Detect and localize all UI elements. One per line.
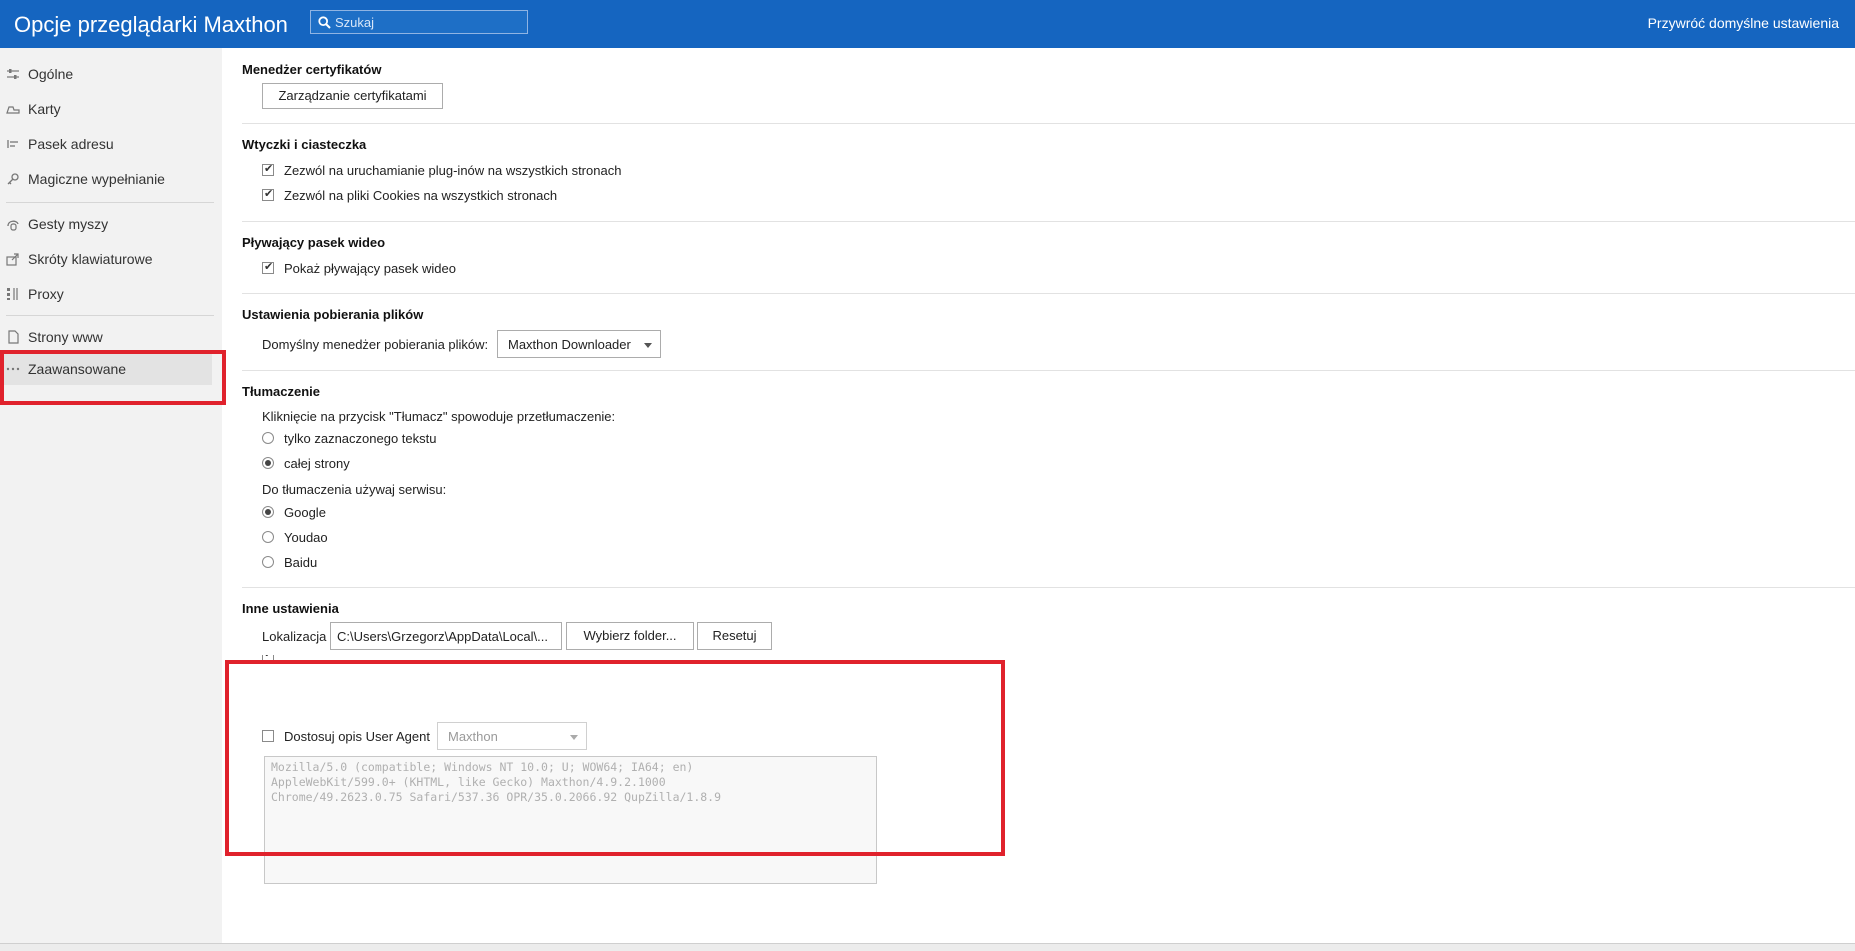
more-icon bbox=[6, 367, 20, 371]
download-manager-select[interactable]: Maxthon Downloader bbox=[497, 330, 661, 358]
obscured-option-checkbox[interactable] bbox=[262, 655, 274, 661]
section-divider bbox=[242, 123, 1855, 124]
section-divider bbox=[242, 221, 1855, 222]
service-baidu-label: Baidu bbox=[284, 555, 318, 570]
user-agent-select-value: Maxthon bbox=[448, 729, 498, 744]
service-youdao-label: Youdao bbox=[284, 530, 328, 545]
sidebar-item-label: Pasek adresu bbox=[28, 136, 114, 152]
sidebar-item-label: Strony www bbox=[28, 329, 103, 345]
dropdown-arrow-icon bbox=[570, 735, 578, 740]
search-icon bbox=[318, 16, 331, 29]
sidebar-item-general[interactable]: Ogólne bbox=[0, 58, 222, 90]
sidebar-item-label: Gesty myszy bbox=[28, 216, 109, 232]
sidebar-item-label: Ogólne bbox=[28, 66, 74, 82]
service-baidu-radio[interactable] bbox=[262, 556, 274, 568]
mouse-gesture-icon bbox=[7, 220, 19, 231]
dropdown-arrow-icon bbox=[644, 343, 652, 348]
sidebar-item-label: Magiczne wypełnianie bbox=[28, 171, 165, 187]
restore-defaults-link[interactable]: Przywróć domyślne ustawienia bbox=[1648, 15, 1839, 31]
floating-video-label: Pokaż pływający pasek wideo bbox=[284, 261, 456, 276]
section-divider bbox=[242, 370, 1855, 371]
sidebar-item-advanced[interactable]: Zaawansowane bbox=[3, 353, 212, 385]
section-title-translation: Tłumaczenie bbox=[242, 384, 321, 399]
search-box[interactable] bbox=[310, 10, 528, 34]
sidebar-item-label: Proxy bbox=[28, 286, 64, 302]
app-title: Opcje przeglądarki Maxthon bbox=[14, 12, 288, 37]
sidebar-divider bbox=[6, 315, 214, 316]
download-manager-label: Domyślny menedżer pobierania plików: bbox=[262, 337, 489, 352]
allow-cookies-checkbox[interactable] bbox=[262, 187, 274, 201]
location-path-input[interactable] bbox=[330, 622, 562, 650]
custom-user-agent-label: Dostosuj opis User Agent bbox=[284, 729, 430, 744]
user-agent-select[interactable]: Maxthon bbox=[437, 722, 587, 750]
translate-intro: Kliknięcie na przycisk "Tłumacz" spowodu… bbox=[262, 409, 616, 424]
sidebar-item-tabs[interactable]: Karty bbox=[0, 93, 222, 125]
sidebar-item-shortcuts[interactable]: Skróty klawiaturowe bbox=[0, 243, 222, 275]
service-youdao-radio[interactable] bbox=[262, 531, 274, 543]
search-input[interactable] bbox=[335, 13, 520, 31]
sidebar-item-label: Skróty klawiaturowe bbox=[28, 251, 153, 267]
section-title-downloads: Ustawienia pobierania plików bbox=[242, 307, 424, 322]
custom-user-agent-checkbox[interactable] bbox=[262, 730, 274, 742]
section-title-other: Inne ustawienia bbox=[242, 601, 339, 616]
sidebar-item-magic-fill[interactable]: Magiczne wypełnianie bbox=[0, 163, 222, 195]
section-divider bbox=[242, 587, 1855, 588]
key-icon bbox=[7, 173, 19, 185]
header-bar: Opcje przeglądarki Maxthon Przywróć domy… bbox=[0, 0, 1855, 48]
choose-folder-button[interactable]: Wybierz folder... bbox=[566, 622, 694, 650]
service-google-radio[interactable] bbox=[262, 506, 274, 518]
translate-service-label: Do tłumaczenia używaj serwisu: bbox=[262, 482, 447, 497]
section-title-plugins: Wtyczki i ciasteczka bbox=[242, 137, 367, 152]
obscured-option-row bbox=[262, 655, 962, 669]
allow-cookies-label: Zezwól na pliki Cookies na wszystkich st… bbox=[284, 188, 558, 203]
translate-scope-selection-label: tylko zaznaczonego tekstu bbox=[284, 431, 437, 446]
translate-scope-selection-radio[interactable] bbox=[262, 432, 274, 444]
download-manager-value: Maxthon Downloader bbox=[508, 337, 631, 352]
reset-location-button[interactable]: Resetuj bbox=[697, 622, 772, 650]
translate-scope-page-label: całej strony bbox=[284, 456, 350, 471]
service-google-label: Google bbox=[284, 505, 326, 520]
page-icon bbox=[8, 330, 19, 344]
sidebar-item-websites[interactable]: Strony www bbox=[0, 321, 222, 353]
proxy-icon bbox=[7, 288, 18, 300]
sidebar-item-label: Karty bbox=[28, 101, 61, 117]
user-agent-textarea[interactable]: Mozilla/5.0 (compatible; Windows NT 10.0… bbox=[264, 756, 877, 884]
tabs-icon bbox=[6, 106, 20, 114]
sliders-icon bbox=[7, 69, 19, 79]
allow-plugins-label: Zezwól na uruchamianie plug-inów na wszy… bbox=[284, 163, 622, 178]
translate-scope-page-radio[interactable] bbox=[262, 457, 274, 469]
sidebar-divider bbox=[6, 202, 214, 203]
section-title-video: Pływający pasek wideo bbox=[242, 235, 386, 250]
sidebar-item-label: Zaawansowane bbox=[28, 361, 127, 377]
shortcut-icon bbox=[6, 253, 19, 266]
location-label: Lokalizacja bbox=[262, 629, 327, 644]
allow-plugins-checkbox[interactable] bbox=[262, 162, 274, 176]
sidebar-item-mouse-gestures[interactable]: Gesty myszy bbox=[0, 208, 222, 240]
sidebar-item-address-bar[interactable]: Pasek adresu bbox=[0, 128, 222, 160]
sidebar-item-proxy[interactable]: Proxy bbox=[0, 278, 222, 310]
address-bar-icon bbox=[7, 140, 18, 148]
floating-video-checkbox[interactable] bbox=[262, 260, 274, 274]
manage-certificates-button[interactable]: Zarządzanie certyfikatami bbox=[262, 83, 443, 109]
sidebar: Ogólne Karty Pasek adresu Magiczne wypeł… bbox=[0, 48, 222, 943]
settings-content: Menedżer certyfikatów Zarządzanie certyf… bbox=[222, 48, 1855, 943]
section-divider bbox=[242, 293, 1855, 294]
section-title-certificates: Menedżer certyfikatów bbox=[242, 62, 382, 77]
